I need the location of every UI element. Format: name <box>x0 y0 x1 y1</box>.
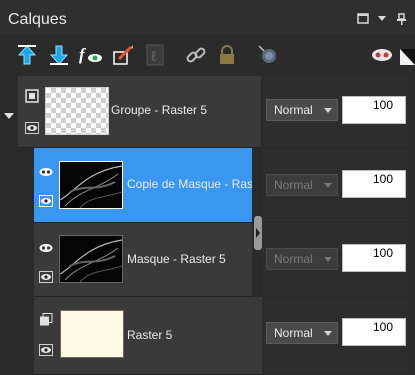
eye-icon[interactable] <box>39 194 53 207</box>
fx-layer-effects-icon[interactable]: f <box>78 42 104 68</box>
move-layer-up-icon[interactable] <box>14 42 40 68</box>
eye-icon[interactable] <box>39 270 53 283</box>
blend-mode-value: Normal <box>274 252 313 266</box>
color-swatch-icon[interactable] <box>400 42 415 68</box>
layer-name: Groupe - Raster 5 <box>111 103 208 117</box>
chevron-down-icon <box>324 257 332 262</box>
move-layer-down-icon[interactable] <box>46 42 72 68</box>
svg-text:ℓ: ℓ <box>150 49 157 65</box>
opacity-value: 100 <box>372 172 393 186</box>
blend-mode-value: Normal <box>274 178 313 192</box>
raster-layer-icon <box>39 313 53 326</box>
collapse-arrow-icon[interactable] <box>3 108 17 120</box>
opacity-value: 100 <box>372 320 393 334</box>
menu-dropdown-icon[interactable] <box>377 13 387 25</box>
blend-mode-select[interactable]: Normal <box>266 322 338 344</box>
pin-icon[interactable] <box>396 13 407 28</box>
layer-row-masque[interactable]: Masque - Raster 5 Normal 100 <box>0 223 415 297</box>
chevron-down-icon <box>324 331 332 336</box>
layers-toolbar: f ℓ <box>0 36 415 74</box>
palette-titlebar: Calques <box>0 0 415 34</box>
mask-icon <box>39 240 53 252</box>
palette-title: Calques <box>8 11 67 28</box>
opacity-value: 100 <box>372 98 393 112</box>
layer-thumbnail <box>59 161 123 209</box>
edit-icon[interactable] <box>110 42 136 68</box>
chevron-down-icon <box>324 183 332 188</box>
opacity-slider[interactable]: 100 <box>342 244 406 272</box>
mask-icon <box>39 164 53 176</box>
layers-list: Groupe - Raster 5 Normal 100 Copie de Ma… <box>0 76 415 375</box>
opacity-value: 100 <box>372 246 393 260</box>
scrollbar-track[interactable] <box>408 76 415 374</box>
layer-name: Copie de Masque - Raster 5 <box>127 177 252 191</box>
opacity-slider[interactable]: 100 <box>342 318 406 346</box>
group-icon <box>25 89 39 103</box>
blend-mode-value: Normal <box>274 326 313 340</box>
layer-thumbnail <box>59 235 123 283</box>
mask-icon[interactable] <box>369 42 395 68</box>
lock-icon[interactable] <box>214 42 240 68</box>
opacity-slider[interactable]: 100 <box>342 170 406 198</box>
chevron-down-icon <box>324 108 332 113</box>
eye-icon[interactable] <box>39 343 53 356</box>
eye-icon[interactable] <box>25 121 39 134</box>
opacity-slider[interactable]: 100 <box>342 96 406 124</box>
layer-name: Raster 5 <box>127 328 173 342</box>
layer-thumbnail <box>60 310 124 358</box>
visibility-icon[interactable] <box>255 42 281 68</box>
panel-splitter-handle[interactable] <box>254 216 262 250</box>
layer-row-copie-masque[interactable]: Copie de Masque - Raster 5 Normal 100 <box>0 148 415 223</box>
layer-row-group[interactable]: Groupe - Raster 5 Normal 100 <box>0 76 415 148</box>
svg-text:f: f <box>79 45 87 64</box>
blend-mode-value: Normal <box>274 103 313 117</box>
blend-mode-select[interactable]: Normal <box>266 248 338 270</box>
layer-thumbnail <box>45 87 109 135</box>
maximize-icon[interactable] <box>357 13 369 27</box>
lock-transparency-icon[interactable]: ℓ <box>142 42 168 68</box>
layer-name: Masque - Raster 5 <box>127 252 226 266</box>
blend-mode-select[interactable]: Normal <box>266 174 338 196</box>
link-icon[interactable] <box>183 42 209 68</box>
blend-mode-select[interactable]: Normal <box>266 99 338 121</box>
layer-row-raster[interactable]: Raster 5 Normal 100 <box>0 297 415 375</box>
